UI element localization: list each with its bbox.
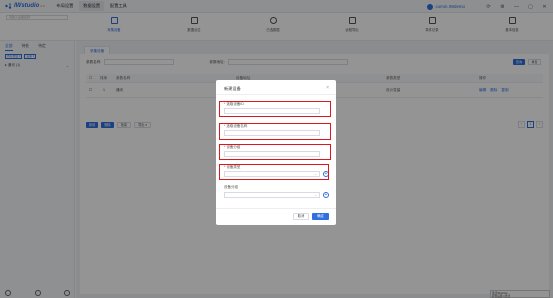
device-group-select[interactable]: ⌄ <box>224 192 320 198</box>
new-device-dialog: 新建设备 × *选取设备ID *选取设备名称 *设备分组 *设备类型 ⌄ + 设… <box>216 80 336 225</box>
divider <box>216 208 336 209</box>
highlight-box <box>219 101 331 117</box>
highlight-box <box>219 164 329 180</box>
confirm-button[interactable]: 确定 <box>312 213 329 220</box>
highlight-box <box>219 144 331 160</box>
cancel-button[interactable]: 取消 <box>293 213 309 220</box>
add-group-icon[interactable]: + <box>323 192 329 198</box>
dialog-title: 新建设备 <box>224 86 241 91</box>
close-icon[interactable]: × <box>326 85 329 91</box>
highlight-box <box>219 123 331 140</box>
divider <box>216 94 336 95</box>
chevron-down-icon: ⌄ <box>314 193 317 197</box>
field-label-device-group-2: 设备分组 <box>224 185 238 189</box>
